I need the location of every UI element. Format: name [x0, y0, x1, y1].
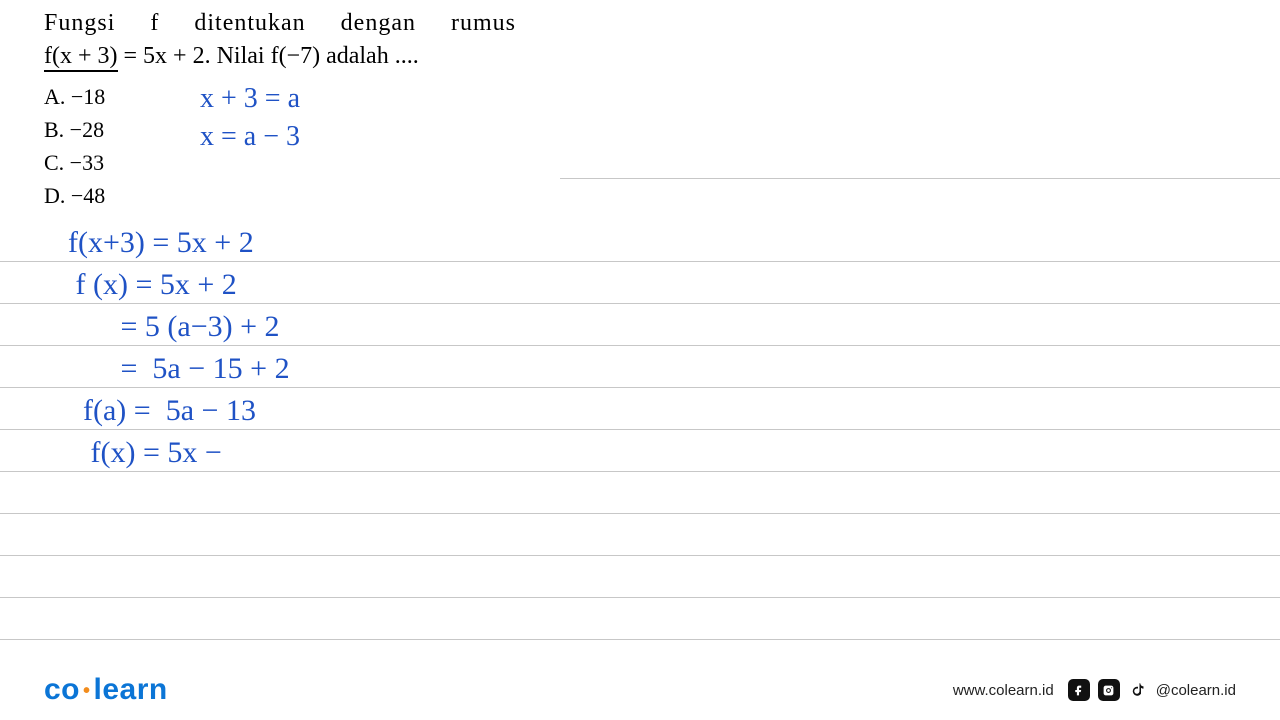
rule-line-short [560, 178, 1280, 179]
facebook-icon [1068, 679, 1090, 701]
brand-learn: learn [94, 673, 168, 706]
option-c: C. −33 [44, 146, 105, 179]
option-b: B. −28 [44, 113, 105, 146]
social-icons: @colearn.id [1068, 679, 1236, 701]
option-d: D. −48 [44, 179, 105, 212]
brand-dot-icon: • [80, 680, 94, 702]
work-line: f(x) = 5x − [68, 432, 290, 474]
word: ditentukan [194, 10, 305, 37]
website-url: www.colearn.id [953, 682, 1054, 699]
work-line: = 5 (a−3) + 2 [68, 306, 290, 348]
word: Fungsi [44, 10, 115, 37]
word: rumus [451, 10, 516, 37]
footer-right: www.colearn.id @colearn.id [953, 679, 1236, 701]
rule-line [0, 556, 1280, 598]
work-line: = 5a − 15 + 2 [68, 348, 290, 390]
page: Fungsi f ditentukan dengan rumus f(x + 3… [0, 0, 1280, 720]
rule-line [0, 598, 1280, 640]
option-a: A. −18 [44, 80, 105, 113]
rule-line [0, 472, 1280, 514]
brand-logo: co•learn [44, 673, 168, 707]
answer-options: A. −18 B. −28 C. −33 D. −48 [44, 80, 105, 212]
footer: co•learn www.colearn.id @colearn.id [0, 660, 1280, 720]
problem-line1: Fungsi f ditentukan dengan rumus [44, 10, 664, 37]
tiktok-icon [1128, 679, 1148, 701]
function-expr: f(x + 3) [44, 43, 118, 72]
work-line: f(x+3) = 5x + 2 [68, 222, 290, 264]
problem-block: Fungsi f ditentukan dengan rumus f(x + 3… [44, 10, 664, 70]
handwriting-work: f(x+3) = 5x + 2 f (x) = 5x + 2 = 5 (a−3)… [68, 222, 290, 474]
rule-line [0, 514, 1280, 556]
social-handle: @colearn.id [1156, 682, 1236, 699]
problem-rest: = 5x + 2. Nilai f(−7) adalah .... [118, 43, 419, 69]
problem-line2: f(x + 3) = 5x + 2. Nilai f(−7) adalah ..… [44, 43, 664, 70]
work-line: f(a) = 5a − 13 [68, 390, 290, 432]
handwriting-line: x = a − 3 [200, 118, 300, 156]
word: dengan [341, 10, 416, 37]
brand-co: co [44, 673, 80, 706]
word: f [150, 10, 159, 37]
handwriting-line: x + 3 = a [200, 80, 300, 118]
handwriting-substitution: x + 3 = a x = a − 3 [200, 80, 300, 156]
work-line: f (x) = 5x + 2 [68, 264, 290, 306]
instagram-icon [1098, 679, 1120, 701]
